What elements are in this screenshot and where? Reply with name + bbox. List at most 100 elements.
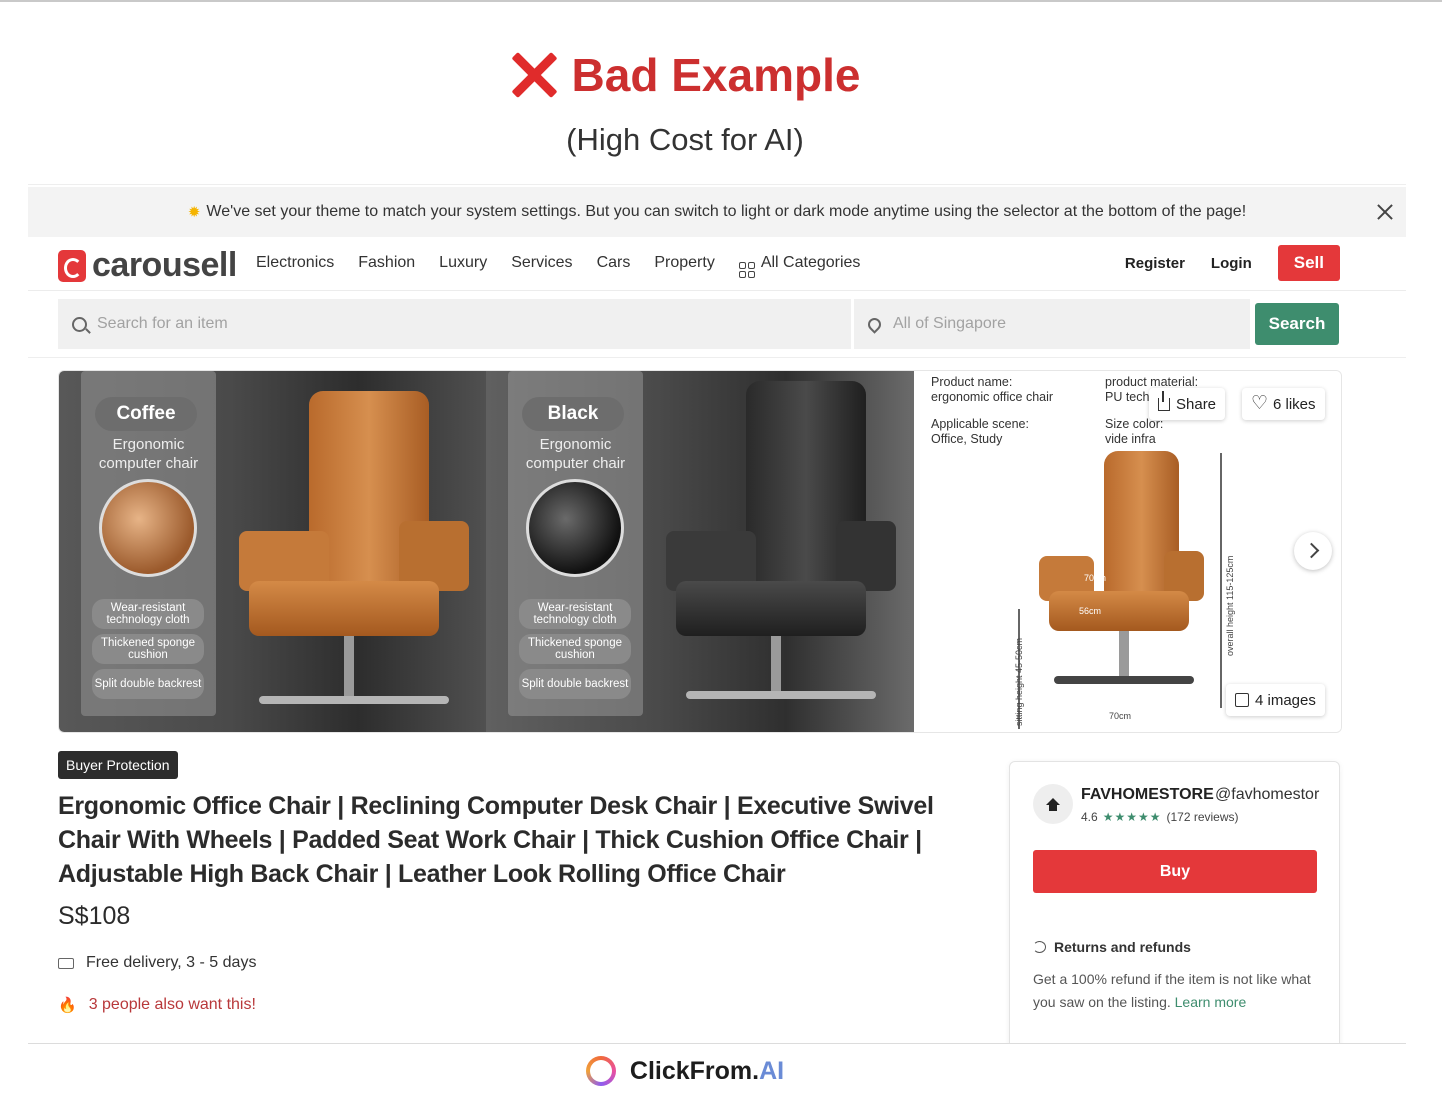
- heading-subtitle: (High Cost for AI): [566, 122, 804, 157]
- learn-more-link[interactable]: Learn more: [1175, 994, 1247, 1010]
- cross-icon: [510, 51, 558, 99]
- interest-info: 🔥 3 people also want this!: [58, 996, 256, 1014]
- location-pin-icon: [865, 314, 884, 334]
- footer-brand-text: ClickFrom.AI: [630, 1057, 784, 1086]
- nav-property[interactable]: Property: [654, 254, 714, 278]
- search-button[interactable]: Search: [1255, 303, 1339, 345]
- listing-price: S$108: [58, 902, 131, 930]
- dimension-label: overall height 115-125cm: [1225, 555, 1235, 656]
- brand-ai: AI: [759, 1056, 785, 1085]
- product-photo-coffee[interactable]: Coffee Ergonomic computer chair Wear-res…: [59, 371, 486, 732]
- nav-luxury[interactable]: Luxury: [439, 254, 487, 278]
- buy-button[interactable]: Buy: [1033, 850, 1317, 893]
- store-name[interactable]: FAVHOMESTORE: [1081, 786, 1214, 804]
- register-link[interactable]: Register: [1125, 255, 1185, 272]
- login-link[interactable]: Login: [1211, 255, 1252, 272]
- brand-name: ClickFrom.: [629, 1056, 760, 1085]
- delivery-info: Free delivery, 3 - 5 days: [58, 954, 256, 972]
- logo-icon: [58, 249, 86, 282]
- product-photo-black[interactable]: Black Ergonomic computer chair Wear-resi…: [486, 371, 914, 732]
- feature-label: Wear-resistant technology cloth: [92, 599, 204, 629]
- star-icons: ★★★★★: [1102, 810, 1162, 824]
- buyer-protection-badge: Buyer Protection: [58, 751, 178, 779]
- grid-icon: [738, 262, 755, 278]
- rating-value: 4.6: [1081, 810, 1098, 824]
- nav-fashion[interactable]: Fashion: [358, 254, 415, 278]
- spec-value: Office, Study: [931, 432, 1003, 446]
- info-panel: Black Ergonomic computer chair Wear-resi…: [508, 371, 643, 716]
- share-label: Share: [1176, 395, 1217, 413]
- return-icon: [1033, 941, 1046, 953]
- nav-services[interactable]: Services: [511, 254, 572, 278]
- search-input[interactable]: Search for an item: [58, 299, 851, 349]
- clickfrom-logo-icon: [586, 1056, 616, 1086]
- feature-label: Thickened sponge cushion: [519, 634, 631, 664]
- dimension-line: [1220, 453, 1222, 708]
- chair-image: [1039, 451, 1209, 721]
- product-photo-dimensions[interactable]: Product name: ergonomic office chair App…: [914, 371, 1341, 732]
- refund-description: Get a 100% refund if the item is not lik…: [1033, 971, 1311, 1010]
- all-categories-label: All Categories: [760, 254, 861, 271]
- refund-text: Get a 100% refund if the item is not lik…: [1033, 968, 1323, 1014]
- close-icon[interactable]: [1372, 199, 1398, 225]
- panel-subtitle: Ergonomic computer chair: [98, 436, 199, 472]
- nav-electronics[interactable]: Electronics: [256, 254, 334, 278]
- seller-card: FAVHOMESTORE @favhomestor 4.6 ★★★★★ (172…: [1009, 761, 1340, 1044]
- panel-subtitle: Ergonomic computer chair: [525, 436, 626, 472]
- sun-icon: ✹: [187, 204, 201, 221]
- sell-button[interactable]: Sell: [1277, 245, 1340, 281]
- listing-title: Ergonomic Office Chair | Reclining Compu…: [58, 792, 934, 888]
- heart-icon: [1251, 392, 1268, 415]
- divider: [28, 357, 1406, 358]
- carousell-screenshot: ✹ We've set your theme to match your sys…: [28, 184, 1406, 1044]
- image-gallery: Coffee Ergonomic computer chair Wear-res…: [58, 370, 1342, 733]
- share-button[interactable]: Share: [1149, 388, 1226, 420]
- images-label: 4 images: [1255, 691, 1316, 709]
- nav-all-categories[interactable]: All Categories: [738, 254, 861, 278]
- info-panel: Coffee Ergonomic computer chair Wear-res…: [81, 371, 216, 716]
- feature-label: Split double backrest: [92, 669, 204, 699]
- spec-value: vide infra: [1105, 432, 1156, 446]
- feature-label: Wear-resistant technology cloth: [519, 599, 631, 629]
- store-avatar[interactable]: [1033, 784, 1073, 824]
- nav-cars[interactable]: Cars: [597, 254, 631, 278]
- color-label: Coffee: [95, 397, 197, 431]
- returns-title: Returns and refunds: [1054, 939, 1191, 955]
- like-button[interactable]: 6 likes: [1242, 388, 1325, 420]
- dimension-label: sitting height 45-50cm: [1014, 637, 1024, 726]
- spec-product-name: Product name: ergonomic office chair: [931, 375, 1053, 405]
- house-icon: [1046, 797, 1060, 811]
- chair-image: [229, 391, 479, 731]
- spec-label: Applicable scene:: [931, 417, 1029, 431]
- dimension-label: 70cm: [1109, 711, 1132, 721]
- footer-brand: ClickFrom.AI: [0, 1056, 1370, 1086]
- fire-icon: 🔥: [58, 997, 77, 1014]
- search-icon: [72, 316, 87, 332]
- location-placeholder: All of Singapore: [893, 315, 1006, 332]
- dimension-label: 70cm: [1084, 573, 1107, 583]
- review-count[interactable]: (172 reviews): [1166, 810, 1238, 824]
- chair-image: [656, 381, 906, 726]
- logo-text: carousell: [92, 246, 237, 284]
- feature-label: Split double backrest: [519, 669, 631, 699]
- carousell-logo[interactable]: carousell: [58, 246, 237, 285]
- store-rating: 4.6 ★★★★★ (172 reviews): [1081, 810, 1239, 824]
- leather-swatch: [526, 479, 624, 577]
- likes-label: 6 likes: [1273, 395, 1316, 413]
- search-placeholder: Search for an item: [97, 315, 228, 332]
- top-border: [0, 0, 1442, 2]
- store-handle[interactable]: @favhomestor: [1215, 786, 1319, 804]
- banner-message: We've set your theme to match your syste…: [206, 203, 1247, 220]
- spec-scene: Applicable scene: Office, Study: [931, 417, 1029, 447]
- spec-label: Product name:: [931, 375, 1013, 389]
- dimension-label: 56cm: [1079, 606, 1102, 616]
- leather-swatch: [99, 479, 197, 577]
- delivery-label: Free delivery, 3 - 5 days: [86, 954, 257, 971]
- location-input[interactable]: All of Singapore: [854, 299, 1250, 349]
- next-image-button[interactable]: [1294, 532, 1332, 570]
- example-heading: Bad Example: [0, 48, 1370, 104]
- truck-icon: [58, 957, 74, 969]
- nav-actions: Register Login Sell: [1125, 245, 1340, 281]
- image-icon: [1235, 693, 1249, 707]
- view-images-button[interactable]: 4 images: [1226, 684, 1325, 716]
